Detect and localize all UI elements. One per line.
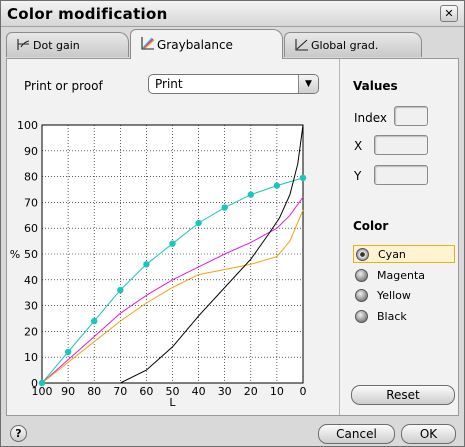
help-icon: ? (15, 427, 22, 440)
x-tick-label: 30 (218, 385, 232, 398)
color-option-cyan[interactable]: Cyan (353, 245, 455, 263)
y-field[interactable] (374, 165, 428, 185)
x-tick-label: 70 (113, 385, 127, 398)
x-tick-label: 20 (244, 385, 258, 398)
help-button[interactable]: ? (10, 425, 27, 442)
series-point-cyan (221, 204, 228, 211)
chevron-down-icon: ▼ (298, 75, 318, 93)
chart-area: Print or proof Print ▼ 100 90 80 70 60 50 40 30… (7, 59, 340, 415)
y-tick-label: 80 (24, 171, 38, 184)
x-axis-label: L (169, 396, 176, 409)
y-tick-label: 50 (24, 248, 38, 261)
x-tick-label: 60 (139, 385, 153, 398)
color-title: Color (353, 219, 389, 233)
close-button[interactable]: ✕ (440, 5, 458, 22)
color-option-magenta[interactable]: Magenta (353, 266, 455, 284)
y-tick-label: 60 (24, 222, 38, 235)
tab-graybalance-label: Graybalance (157, 37, 233, 52)
x-label: X (354, 139, 363, 153)
x-tick-label: 10 (270, 385, 284, 398)
index-field[interactable] (394, 106, 428, 126)
series-point-cyan (169, 240, 176, 247)
ok-button[interactable]: OK (401, 424, 456, 444)
x-tick-label: 0 (300, 385, 307, 398)
y-tick-label: 10 (24, 351, 38, 364)
series-point-cyan (195, 219, 202, 227)
radio-icon (355, 268, 368, 282)
tab-global-gradation[interactable]: Global grad. (284, 32, 422, 57)
series-point-cyan (91, 317, 98, 325)
close-icon: ✕ (444, 7, 454, 20)
series-point-cyan (247, 191, 254, 198)
x-tick-label: 90 (61, 385, 75, 398)
radio-selected-icon (356, 247, 369, 261)
color-modification-dialog: Color modification ✕ Dot gain Global gra… (0, 0, 465, 447)
graybalance-chart[interactable]: 100 90 80 70 60 50 40 30 20 10 0010203040506070809… (7, 119, 340, 415)
y-tick-label: 0 (31, 377, 38, 390)
radio-icon (355, 288, 368, 302)
print-or-proof-select[interactable]: Print ▼ (148, 74, 319, 94)
tab-dot-gain-label: Dot gain (33, 38, 80, 52)
color-option-label: Magenta (377, 268, 426, 282)
series-point-cyan (273, 182, 281, 189)
color-option-label: Black (377, 309, 407, 323)
y-tick-label: 90 (24, 145, 38, 158)
radio-icon (355, 309, 368, 323)
series-point-cyan (143, 261, 150, 268)
tab-global-gradation-label: Global grad. (311, 38, 379, 52)
cancel-button[interactable]: Cancel (318, 424, 395, 444)
graybalance-icon (140, 36, 155, 53)
y-tick-label: 20 (24, 325, 38, 338)
y-tick-label: 70 (24, 196, 38, 209)
title-bar: Color modification ✕ (1, 1, 464, 27)
tab-bar: Dot gain Global grad. Graybalance (1, 28, 464, 59)
tab-dot-gain[interactable]: Dot gain (6, 32, 129, 57)
y-tick-label: 40 (24, 274, 38, 287)
x-field[interactable] (374, 135, 428, 155)
graybalance-panel: Print or proof Print ▼ 100 90 80 70 60 50 40 30… (6, 58, 459, 416)
x-tick-label: 40 (192, 385, 206, 398)
color-option-label: Cyan (378, 247, 406, 261)
series-point-cyan (117, 286, 124, 294)
global-gradation-icon (294, 38, 309, 54)
x-tick-label: 80 (87, 385, 101, 398)
reset-button[interactable]: Reset (351, 385, 455, 405)
y-axis-label: % (10, 248, 20, 261)
print-or-proof-label: Print or proof (24, 79, 103, 93)
print-or-proof-value: Print (155, 77, 183, 91)
series-point-cyan (299, 174, 307, 182)
color-option-label: Yellow (377, 288, 411, 302)
y-tick-label: 100 (17, 119, 38, 132)
y-tick-label: 30 (24, 300, 38, 313)
window-title: Color modification (7, 5, 168, 23)
index-label: Index (354, 111, 388, 125)
tab-graybalance[interactable]: Graybalance (130, 29, 283, 59)
series-point-cyan (64, 348, 72, 356)
series-point-cyan (38, 379, 46, 387)
dot-gain-icon (16, 38, 31, 54)
color-option-yellow[interactable]: Yellow (353, 286, 455, 304)
color-option-black[interactable]: Black (353, 307, 455, 325)
values-title: Values (353, 79, 398, 93)
y-label: Y (354, 169, 362, 183)
